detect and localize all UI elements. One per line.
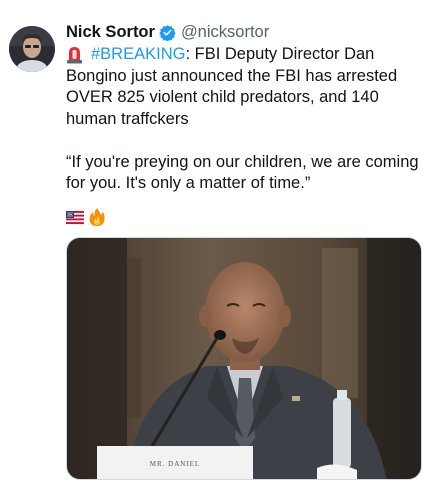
tweet-text: #BREAKING : FBI Deputy Director Dan Bong… <box>66 44 424 195</box>
tweet-content: Nick Sortor @nicksortor #BREAKING: FBI … <box>66 20 424 231</box>
author-display-name[interactable]: Nick Sortor <box>66 20 155 44</box>
photo-illustration: MR. DANIEL <box>67 238 421 479</box>
tweet-media-photo[interactable]: MR. DANIEL <box>66 237 422 480</box>
verified-badge-icon[interactable] <box>159 24 176 41</box>
us-flag-icon <box>66 210 84 229</box>
tweet-line-1-text: : FBI Deputy Director Dan <box>185 45 375 63</box>
tweet-line-3: OVER 825 violent child predators, and 14… <box>66 88 379 106</box>
quote-line-1: “If you're preying on our children, we a… <box>66 152 419 171</box>
hashtag-link[interactable]: #BREAKING <box>91 44 185 66</box>
nameplate-text: MR. DANIEL <box>150 460 200 468</box>
trailing-emojis <box>66 207 424 232</box>
fire-icon <box>89 207 105 232</box>
tweet-line-1: #BREAKING : FBI Deputy Director Dan <box>66 44 424 66</box>
quote-line-2: for you. It's only a matter of time.” <box>66 174 311 192</box>
tweet-line-2: Bongino just announced the FBI has arres… <box>66 66 398 85</box>
author-avatar[interactable] <box>9 26 55 72</box>
siren-icon <box>66 45 83 64</box>
author-handle[interactable]: @nicksortor <box>181 20 269 44</box>
tweet: Nick Sortor @nicksortor #BREAKING: FBI … <box>0 0 432 500</box>
tweet-line-4: human traffckers <box>66 109 189 128</box>
tweet-header: Nick Sortor @nicksortor <box>66 20 424 44</box>
